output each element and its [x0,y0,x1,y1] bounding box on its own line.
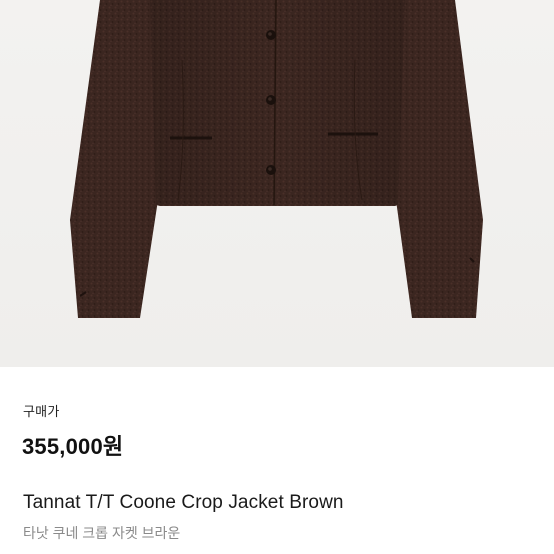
product-image[interactable] [0,0,554,367]
product-name-korean: 타낫 쿠네 크롭 자켓 브라운 [23,525,181,541]
product-name[interactable]: Tannat T/T Coone Crop Jacket Brown [23,492,344,514]
product-info-panel: 구매가 355,000원 Tannat T/T Coone Crop Jacke… [0,367,554,554]
right-sleeve [396,0,483,318]
price-label: 구매가 [23,404,60,419]
left-sleeve [70,0,158,318]
price-value: 355,000원 [22,434,124,459]
jacket-illustration [70,0,483,318]
